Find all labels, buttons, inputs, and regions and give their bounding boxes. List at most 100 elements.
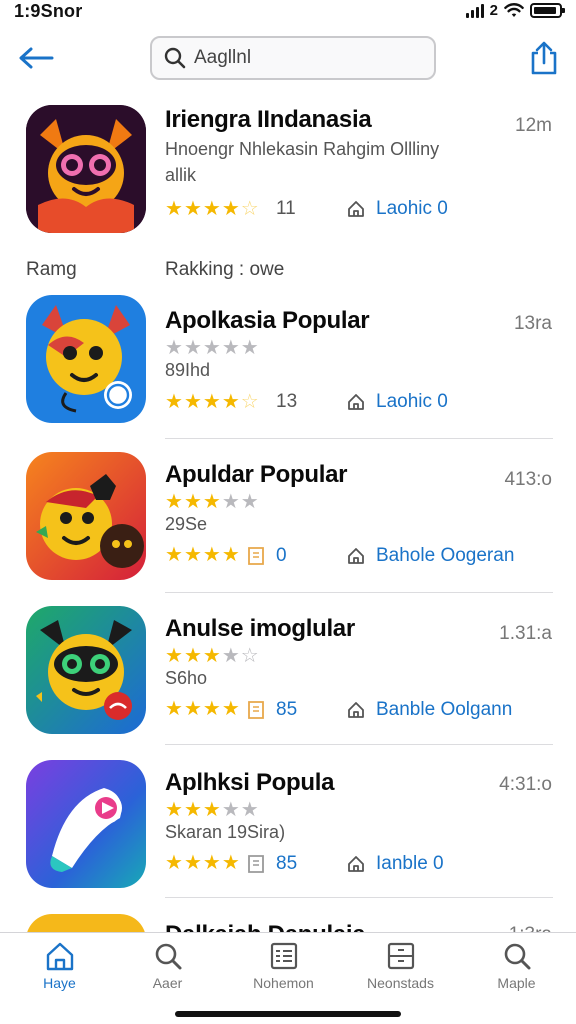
list-item[interactable]: Aplhksi Popula 4:31:o ★ ★ ★ ★ ★ Skaran 19Sir… — [0, 757, 576, 907]
app-subtitle: S6ho — [165, 668, 208, 688]
home-outline-icon — [348, 856, 364, 872]
tab-label: Neonstads — [367, 975, 434, 991]
home-outline-icon — [348, 702, 364, 718]
search-icon — [504, 943, 530, 970]
app-title: Anulse imoglular — [165, 615, 355, 642]
divider — [165, 897, 553, 898]
app-subtitle-2: allik — [165, 165, 197, 185]
badge-icon — [248, 547, 264, 565]
status-indicators: 2 — [465, 2, 565, 19]
app-size: 4:31:o — [499, 774, 552, 795]
search-placeholder: Aagllnl — [194, 47, 252, 68]
app-size: 1.31:a — [499, 623, 552, 644]
list-item[interactable]: Iriengra IIndanasia 12m Hnoengr Nhlekasi… — [0, 102, 576, 252]
app-subtitle: Hnoengr Nhlekasin Rahgim Ollliny — [165, 139, 440, 159]
divider — [165, 438, 553, 439]
top-star-rating: ★ ★ ★ ★ ☆ — [165, 645, 259, 667]
app-size: 12m — [515, 115, 552, 136]
badge-icon — [248, 701, 264, 719]
star-rating: ★ ★ ★ ★ — [165, 544, 240, 566]
app-action-label: Laohic 0 — [376, 198, 448, 219]
home-outline-icon — [348, 548, 364, 564]
app-subtitle: 29Se — [165, 514, 208, 534]
search-icon — [164, 47, 186, 69]
home-outline-icon — [348, 394, 364, 410]
app-title: Aplhksi Popula — [165, 769, 335, 796]
status-time: 1:9Snor — [14, 1, 83, 21]
tab-search-2[interactable]: Maple — [459, 941, 574, 1001]
app-icon-raccoon — [26, 606, 146, 734]
star-rating: ★ ★ ★ ★ ☆ — [165, 198, 259, 220]
tab-list[interactable]: Nohemon — [226, 941, 341, 1001]
app-icon-partial — [26, 914, 146, 932]
rating-count: 11 — [276, 198, 296, 219]
app-title: Apolkasia Popular — [165, 307, 370, 334]
app-action-label: Banble Oolgann — [376, 699, 513, 720]
back-arrow-icon — [19, 47, 54, 69]
tab-home[interactable]: Haye — [2, 941, 117, 1001]
app-action-label: Laohic 0 — [376, 391, 448, 412]
rating-count: 0 — [276, 545, 287, 566]
updates-icon — [387, 942, 414, 970]
tab-label: Maple — [497, 975, 536, 991]
rating-count: 85 — [276, 699, 298, 720]
app-action-label: Bahole Oogeran — [376, 545, 515, 566]
star-rating: ★ ★ ★ ★ ☆ — [165, 391, 259, 413]
app-subtitle: Skaran 19Sira) — [165, 822, 286, 842]
app-action-button[interactable]: Laohic 0 — [346, 198, 448, 220]
app-size: 13ra — [513, 313, 552, 334]
share-button[interactable] — [526, 38, 562, 78]
divider — [165, 744, 553, 745]
back-button[interactable] — [16, 42, 56, 74]
search-icon — [155, 943, 181, 970]
tab-updates[interactable]: Neonstads — [343, 941, 458, 1001]
app-subtitle: 89Ihd — [165, 360, 211, 380]
app-title: Iriengra IIndanasia — [165, 106, 372, 133]
divider — [165, 592, 553, 593]
tab-label: Aaer — [152, 975, 183, 991]
app-title: Dalkaiah Danulaia — [165, 921, 366, 932]
app-icon-cat — [26, 295, 146, 423]
section-label: Ramg — [26, 259, 77, 280]
rating-count: 85 — [276, 853, 298, 874]
app-action-button[interactable]: Banble Oolgann — [346, 699, 512, 721]
list-item-partial[interactable]: Dalkaiah Danulaia 1:3ra — [0, 911, 576, 932]
app-icon-play — [26, 760, 146, 888]
home-outline-icon — [348, 201, 364, 217]
top-navigation: Aagllnl — [0, 30, 576, 88]
app-action-label: Ianble 0 — [376, 853, 444, 874]
app-action-button[interactable]: Laohic 0 — [346, 391, 448, 413]
share-icon — [531, 41, 557, 75]
status-bar: 1:9Snor 2 — [0, 0, 576, 24]
app-action-button[interactable]: Ianble 0 — [346, 853, 444, 875]
top-star-rating: ★ ★ ★ ★ ★ — [165, 799, 259, 821]
app-size: 1:3ra — [509, 924, 552, 932]
top-star-rating: ★ ★ ★ ★ ★ — [165, 491, 259, 513]
star-rating: ★ ★ ★ ★ — [165, 698, 240, 720]
app-action-button[interactable]: Bahole Oogeran — [346, 545, 514, 567]
tab-search[interactable]: Aaer — [110, 941, 225, 1001]
top-star-rating: ★ ★ ★ ★ ★ — [165, 337, 259, 359]
home-icon — [46, 942, 73, 971]
battery-icon — [530, 3, 565, 18]
wifi-icon — [504, 2, 524, 17]
star-rating: ★ ★ ★ ★ — [165, 852, 240, 874]
tab-bar: Haye Aaer Nohemon Neonstads Maple — [0, 932, 576, 1024]
network-label: 2 — [489, 2, 498, 19]
list-item[interactable]: Apuldar Popular 413:o ★ ★ ★ ★ ★ 29Se ★ ★ ★ ★ 0 … — [0, 449, 576, 599]
rating-count: 13 — [276, 391, 298, 412]
list-item[interactable]: Anulse imoglular 1.31:a ★ ★ ★ ★ ☆ S6ho ★ ★ ★ ★ … — [0, 603, 576, 753]
cellular-signal-icon — [465, 3, 484, 18]
app-icon-fox — [26, 105, 146, 233]
list-icon — [270, 942, 297, 970]
badge-icon — [248, 855, 264, 873]
section-ranking-label: Rakking : owe — [165, 259, 285, 280]
list-item[interactable]: Apolkasia Popular 13ra ★ ★ ★ ★ ★ 89Ihd ★ ★ ★ ★ ☆… — [0, 295, 576, 445]
tab-label: Nohemon — [253, 975, 314, 991]
app-icon-bird — [26, 452, 146, 580]
app-title: Apuldar Popular — [165, 461, 348, 488]
tab-label: Haye — [43, 975, 76, 991]
search-input[interactable]: Aagllnl — [150, 36, 436, 80]
app-size: 413:o — [504, 469, 552, 490]
home-indicator — [175, 1011, 401, 1017]
